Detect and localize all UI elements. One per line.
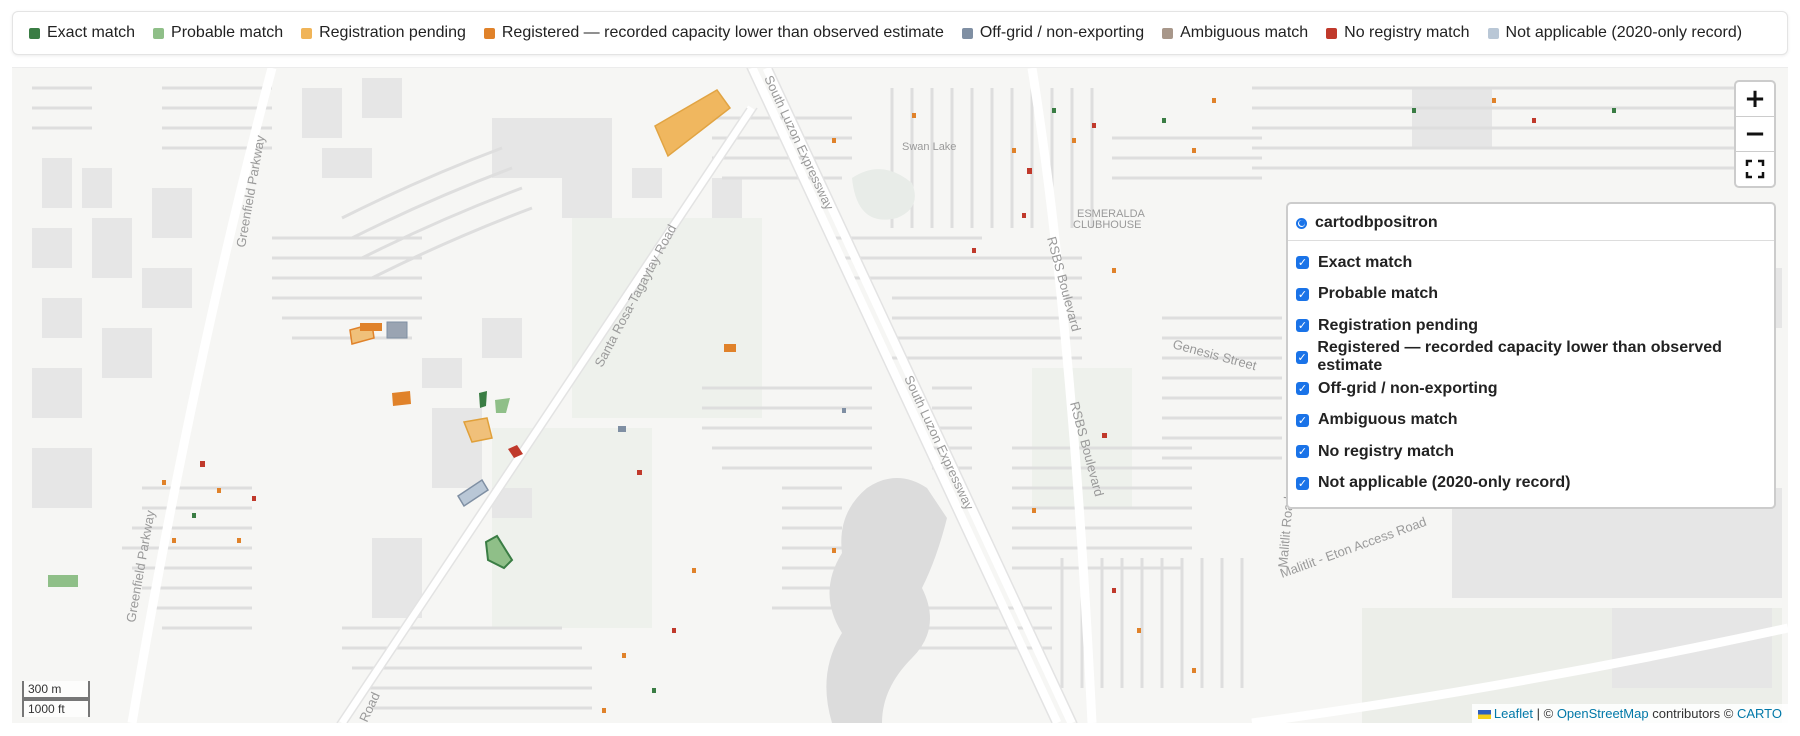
- legend-item-ambiguous: Ambiguous match: [1162, 24, 1308, 42]
- overlay-registered-lower[interactable]: ✓ Registered — recorded capacity lower t…: [1296, 339, 1766, 375]
- overlay-label: Off-grid / non-exporting: [1318, 379, 1498, 397]
- checkbox-checked[interactable]: ✓: [1296, 287, 1309, 301]
- legend-item-registered-lower: Registered — recorded capacity lower tha…: [483, 24, 944, 42]
- legend-item-probable: Probable match: [153, 24, 283, 42]
- layers-control: cartodbpositron ✓ Exact match ✓ Probable…: [1286, 202, 1776, 509]
- legend-item-exact: Exact match: [29, 24, 135, 42]
- overlay-label: Exact match: [1318, 253, 1413, 271]
- place-label: Swan Lake: [902, 141, 956, 153]
- road-label: Genesis Street: [1171, 336, 1258, 373]
- checkbox-checked[interactable]: ✓: [1296, 350, 1309, 364]
- overlay-no-registry[interactable]: ✓ No registry match: [1296, 436, 1766, 468]
- carto-link[interactable]: CARTO: [1737, 706, 1782, 721]
- road-label: South Luzon Expressway: [761, 73, 837, 213]
- zoom-control: + −: [1734, 80, 1776, 188]
- zoom-out-button[interactable]: −: [1736, 116, 1774, 151]
- legend-swatch: [301, 27, 313, 39]
- place-label: CLUBHOUSE: [1073, 219, 1141, 231]
- base-layer-option[interactable]: cartodbpositron: [1296, 210, 1766, 236]
- overlay-label: Registered — recorded capacity lower tha…: [1317, 339, 1722, 375]
- checkbox-checked[interactable]: ✓: [1296, 382, 1309, 396]
- legend-item-no-registry: No registry match: [1326, 24, 1470, 42]
- legend-label: Registered — recorded capacity lower tha…: [501, 24, 944, 41]
- overlay-label: Registration pending: [1318, 316, 1478, 334]
- legend-swatch: [483, 27, 495, 39]
- lake: [826, 478, 947, 723]
- legend-swatch: [1162, 27, 1174, 39]
- checkbox-checked[interactable]: ✓: [1296, 256, 1309, 270]
- legend-label: Ambiguous match: [1180, 24, 1309, 41]
- leaflet-link[interactable]: Leaflet: [1494, 706, 1533, 721]
- legend-swatch: [29, 27, 40, 39]
- fullscreen-icon: [1745, 159, 1765, 179]
- attribution: Leaflet | © OpenStreetMap contributors ©…: [1471, 704, 1788, 723]
- overlay-probable[interactable]: ✓ Probable match: [1296, 279, 1766, 311]
- map-canvas[interactable]: Greenfield Parkway South Luzon Expresswa…: [12, 67, 1788, 723]
- legend-label: Not applicable (2020-only record): [1505, 24, 1743, 41]
- radio-selected[interactable]: [1296, 217, 1307, 229]
- attribution-contributors: contributors ©: [1652, 706, 1734, 721]
- overlay-label: Probable match: [1318, 285, 1439, 303]
- base-layer-label: cartodbpositron: [1315, 214, 1438, 231]
- checkbox-checked[interactable]: ✓: [1296, 476, 1309, 490]
- checkbox-checked[interactable]: ✓: [1296, 319, 1309, 333]
- zoom-in-button[interactable]: +: [1736, 82, 1774, 116]
- overlay-not-applicable[interactable]: ✓ Not applicable (2020-only record): [1296, 468, 1766, 500]
- overlay-offgrid[interactable]: ✓ Off-grid / non-exporting: [1296, 373, 1766, 405]
- legend-swatch: [961, 27, 973, 39]
- overlay-exact[interactable]: ✓ Exact match: [1296, 247, 1766, 279]
- overlay-ambiguous[interactable]: ✓ Ambiguous match: [1296, 405, 1766, 437]
- legend-label: No registry match: [1344, 24, 1470, 41]
- fullscreen-button[interactable]: [1736, 151, 1774, 186]
- legend-label: Off-grid / non-exporting: [979, 24, 1145, 41]
- osm-link[interactable]: OpenStreetMap: [1557, 706, 1649, 721]
- legend-item-pending: Registration pending: [301, 24, 466, 42]
- scale-bar: 300 m 1000 ft: [22, 681, 90, 717]
- legend-swatch: [1487, 27, 1499, 39]
- overlay-label: No registry match: [1318, 442, 1455, 460]
- legend-label: Probable match: [171, 24, 284, 41]
- attribution-copyright: ©: [1543, 706, 1554, 721]
- legend-label: Registration pending: [319, 24, 466, 41]
- divider: [1288, 240, 1774, 241]
- swan-lake: [852, 169, 915, 220]
- road-label: Malitlit - Eton Access Road: [1278, 514, 1428, 581]
- ukraine-flag-icon: [1477, 710, 1491, 719]
- checkbox-checked[interactable]: ✓: [1296, 445, 1309, 459]
- legend-swatch: [1326, 27, 1338, 39]
- legend-bar: Exact match Probable match Registration …: [12, 11, 1788, 55]
- overlay-pending[interactable]: ✓ Registration pending: [1296, 310, 1766, 342]
- attribution-separator: |: [1536, 706, 1540, 721]
- scale-imperial: 1000 ft: [22, 699, 90, 717]
- overlay-label: Ambiguous match: [1318, 411, 1458, 429]
- overlay-label: Not applicable (2020-only record): [1318, 474, 1571, 492]
- legend-item-offgrid: Off-grid / non-exporting: [961, 24, 1145, 42]
- legend-item-not-applicable: Not applicable (2020-only record): [1487, 24, 1743, 42]
- legend-swatch: [153, 27, 165, 39]
- scale-metric: 300 m: [22, 681, 90, 699]
- checkbox-checked[interactable]: ✓: [1296, 413, 1309, 427]
- legend-label: Exact match: [47, 24, 136, 41]
